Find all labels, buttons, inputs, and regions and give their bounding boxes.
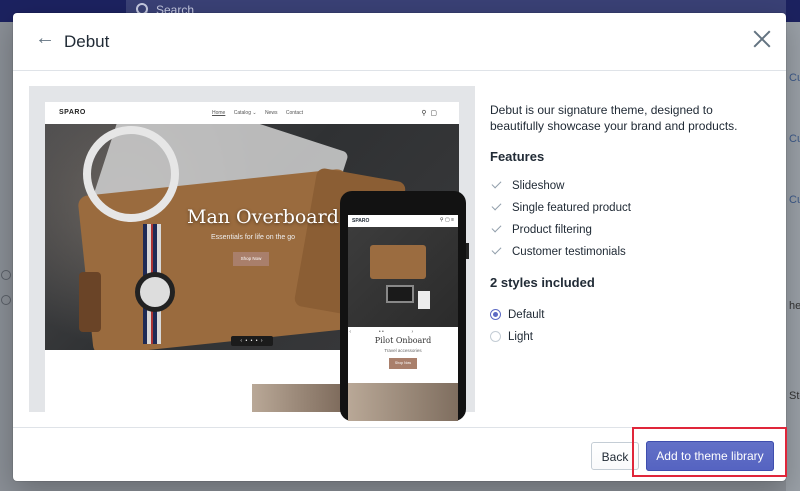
style-option-default[interactable]: Default	[490, 307, 544, 323]
feature-label: Product filtering	[512, 224, 592, 236]
mobile-nav-icons: ⚲ ▢ ≡	[440, 217, 454, 223]
admin-fragment: he	[789, 300, 800, 312]
mobile-nav: SPARO ⚲ ▢ ≡	[348, 215, 458, 227]
close-icon[interactable]	[752, 29, 772, 49]
preview-nav-link: Home	[212, 110, 226, 116]
search-icon: ⚲	[439, 217, 444, 223]
bag-shape	[370, 245, 426, 279]
admin-fragment: Cu	[789, 133, 800, 145]
styles-heading: 2 styles included	[490, 275, 595, 290]
bag-icon: ▢	[430, 110, 437, 117]
mobile-hero-button: Shop Now	[389, 358, 417, 369]
add-to-theme-library-button[interactable]: Add to theme library	[646, 441, 774, 471]
mobile-hero-title: Pilot Onboard	[374, 336, 432, 345]
style-option-label: Default	[508, 309, 545, 321]
mobile-hero-image	[348, 227, 458, 327]
preview-nav-link: Contact	[285, 110, 304, 116]
back-button[interactable]: Back	[591, 442, 639, 470]
phone-shape	[418, 291, 430, 309]
keychain-shape	[79, 272, 101, 332]
cable-shape	[83, 126, 179, 222]
watch-shape	[135, 272, 175, 312]
style-option-light[interactable]: Light	[490, 329, 533, 345]
theme-detail-modal: ← Debut SPARO Home Catalog ⌄ News Contac…	[13, 13, 786, 481]
check-icon	[491, 200, 502, 211]
admin-right-panel	[786, 22, 800, 491]
back-arrow-icon[interactable]: ←	[35, 28, 55, 48]
admin-fragment: Cu	[789, 194, 800, 206]
theme-description: Debut is our signature theme, designed t…	[490, 103, 738, 133]
radio-selected-icon[interactable]	[490, 309, 501, 320]
mobile-hero-subtitle: Travel accessories	[384, 348, 422, 353]
preview-nav-icons: ⚲ ▢	[421, 109, 437, 117]
mobile-slide-arrows: ‹ • • ›	[348, 329, 414, 335]
phone-side-button	[466, 243, 469, 259]
search-icon: ⚲	[421, 110, 427, 117]
preview-nav-links: Home Catalog ⌄ News Contact	[212, 110, 310, 116]
feature-item: Single featured product	[491, 200, 631, 216]
preview-nav: SPARO Home Catalog ⌄ News Contact ⚲ ▢	[45, 102, 459, 124]
slideshow-controls: ‹ • • • ›	[231, 336, 273, 346]
style-option-label: Light	[508, 331, 533, 343]
features-heading: Features	[490, 149, 545, 164]
preview-hero-title: Man Overboard	[187, 206, 339, 228]
mobile-preview: SPARO ⚲ ▢ ≡ ‹ • • › Pilot Onboard Travel…	[340, 191, 466, 421]
add-circle-icon	[1, 270, 11, 280]
feature-label: Customer testimonials	[512, 246, 626, 258]
feature-label: Single featured product	[512, 202, 631, 214]
mobile-screen: SPARO ⚲ ▢ ≡ ‹ • • › Pilot Onboard Travel…	[348, 215, 458, 421]
preview-nav-link: Catalog ⌄	[233, 110, 257, 116]
check-icon	[491, 244, 502, 255]
camera-shape	[386, 285, 414, 303]
preview-thumbnail	[252, 384, 342, 412]
mobile-logo: SPARO	[352, 218, 370, 224]
check-icon	[491, 178, 502, 189]
preview-nav-link: News	[264, 110, 278, 116]
feature-item: Customer testimonials	[491, 244, 626, 260]
preview-hero-subtitle: Essentials for life on the go	[211, 234, 296, 241]
feature-item: Product filtering	[491, 222, 592, 238]
modal-title: Debut	[64, 32, 110, 51]
preview-logo: SPARO	[59, 109, 86, 116]
menu-icon: ≡	[451, 217, 454, 223]
preview-hero-button: Shop Now	[233, 252, 269, 266]
admin-fragment: Cu	[789, 72, 800, 84]
feature-item: Slideshow	[491, 178, 565, 194]
check-icon	[491, 222, 502, 233]
modal-footer: Back Add to theme library	[13, 427, 786, 481]
bag-icon: ▢	[444, 217, 450, 223]
modal-header: ← Debut	[13, 13, 786, 71]
admin-fragment: Sto	[789, 390, 800, 402]
radio-unselected-icon[interactable]	[490, 331, 501, 342]
eye-icon	[1, 295, 11, 305]
feature-label: Slideshow	[512, 180, 565, 192]
mobile-thumbnail	[348, 383, 458, 421]
